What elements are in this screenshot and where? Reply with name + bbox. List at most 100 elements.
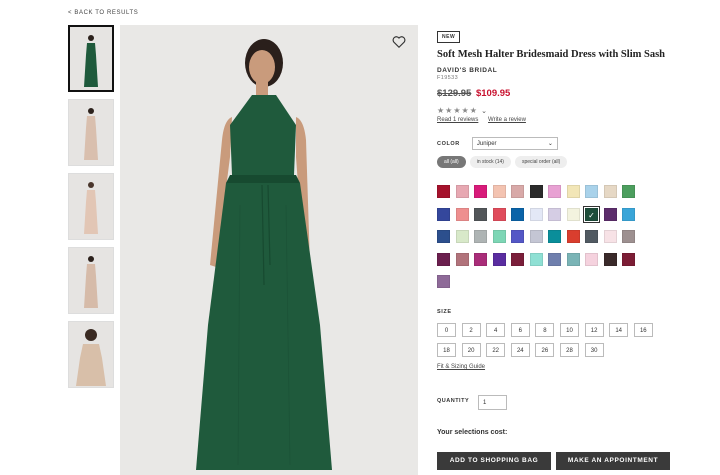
color-swatch[interactable] xyxy=(622,207,635,221)
rating-stars[interactable]: ★★★★★ ⌄ xyxy=(437,106,677,115)
color-select-value: Juniper xyxy=(476,140,497,147)
color-select[interactable]: Juniper ⌄ xyxy=(471,137,558,150)
filter-all[interactable]: all (all) xyxy=(437,156,466,168)
color-filter-pills: all (all) in stock (14) special order (a… xyxy=(437,156,677,168)
color-swatch[interactable] xyxy=(437,275,450,288)
read-reviews-link[interactable]: Read 1 reviews xyxy=(437,117,478,123)
thumbnail-2[interactable] xyxy=(68,99,114,166)
brand-name: DAVID'S BRIDAL xyxy=(437,67,498,74)
dress-model-illustration xyxy=(196,39,332,470)
color-row: COLOR Juniper ⌄ xyxy=(437,137,677,150)
write-review-link[interactable]: Write a review xyxy=(488,117,526,123)
color-swatch[interactable] xyxy=(492,207,506,221)
color-swatch[interactable] xyxy=(566,207,580,221)
color-swatch[interactable] xyxy=(603,230,617,243)
thumbnail-5[interactable] xyxy=(68,321,114,388)
size-option[interactable]: 22 xyxy=(486,343,506,357)
product-sku: F19533 xyxy=(437,75,459,81)
color-swatch[interactable] xyxy=(529,207,543,221)
color-swatch[interactable] xyxy=(603,252,617,266)
size-option[interactable]: 16 xyxy=(633,323,653,337)
color-swatch[interactable] xyxy=(511,207,524,221)
quantity-label: QUANTITY xyxy=(437,398,470,404)
filter-in-stock[interactable]: in stock (14) xyxy=(469,156,511,168)
thumbnail-1[interactable] xyxy=(68,25,114,92)
filter-special-order[interactable]: special order (all) xyxy=(514,156,568,168)
color-swatch[interactable] xyxy=(474,207,487,221)
back-to-results-link[interactable]: < BACK TO RESULTS xyxy=(68,10,138,16)
main-product-image xyxy=(120,25,418,475)
size-option[interactable]: 28 xyxy=(560,343,579,357)
color-swatch[interactable] xyxy=(455,185,469,198)
product-title: Soft Mesh Halter Bridesmaid Dress with S… xyxy=(437,49,665,60)
color-swatch[interactable] xyxy=(437,252,450,266)
thumbnail-3[interactable] xyxy=(68,173,114,240)
color-swatch[interactable] xyxy=(585,230,598,243)
heart-icon[interactable] xyxy=(392,35,406,49)
color-swatch[interactable] xyxy=(455,230,469,243)
color-swatch[interactable] xyxy=(603,207,617,221)
color-swatch[interactable] xyxy=(529,185,543,198)
color-swatch[interactable] xyxy=(492,185,506,198)
stars-icon: ★★★★★ xyxy=(437,106,478,115)
color-swatch[interactable] xyxy=(511,230,524,243)
original-price: $129.95 xyxy=(437,88,472,99)
color-swatch[interactable] xyxy=(437,207,450,221)
thumbnail-4[interactable] xyxy=(68,247,114,314)
color-swatch[interactable] xyxy=(548,207,561,221)
color-swatch[interactable] xyxy=(603,185,617,198)
color-swatch[interactable] xyxy=(437,230,450,243)
size-option[interactable]: 6 xyxy=(510,323,530,337)
size-option[interactable]: 10 xyxy=(560,323,579,337)
color-swatch[interactable] xyxy=(622,230,635,243)
size-option[interactable]: 30 xyxy=(584,343,604,357)
color-swatch[interactable] xyxy=(511,185,524,198)
price-block: $129.95 $109.95 xyxy=(437,88,677,99)
sale-price: $109.95 xyxy=(475,88,511,99)
checkmark-icon: ✓ xyxy=(588,210,595,220)
color-swatch[interactable] xyxy=(585,252,598,266)
color-swatch[interactable] xyxy=(511,252,524,266)
color-swatch[interactable] xyxy=(437,185,450,198)
color-swatch[interactable] xyxy=(492,230,506,243)
size-option[interactable]: 14 xyxy=(609,323,629,337)
color-swatch[interactable] xyxy=(566,252,580,266)
chevron-down-icon[interactable]: ⌄ xyxy=(481,108,488,115)
color-swatch[interactable] xyxy=(548,252,561,266)
size-option[interactable]: 0 xyxy=(437,323,456,337)
fit-sizing-guide-link[interactable]: Fit & Sizing Guide xyxy=(437,364,485,370)
color-swatch[interactable]: ✓ xyxy=(583,205,600,223)
size-option[interactable]: 24 xyxy=(510,343,530,357)
color-swatch[interactable] xyxy=(455,252,469,266)
quantity-input[interactable]: 1 xyxy=(478,395,507,410)
make-appointment-button[interactable]: MAKE AN APPOINTMENT xyxy=(556,452,670,470)
size-option[interactable]: 12 xyxy=(584,323,604,337)
size-option[interactable]: 20 xyxy=(461,343,481,357)
size-option[interactable]: 26 xyxy=(535,343,555,357)
color-swatch[interactable] xyxy=(622,185,635,198)
color-label: COLOR xyxy=(437,140,460,147)
size-label: SIZE xyxy=(437,309,452,315)
size-option[interactable]: 18 xyxy=(437,343,456,357)
color-swatch[interactable] xyxy=(566,185,580,198)
new-badge: NEW xyxy=(437,31,461,43)
color-swatch[interactable] xyxy=(474,252,487,266)
color-swatch[interactable] xyxy=(566,230,580,243)
color-swatch[interactable] xyxy=(585,185,598,198)
color-swatch[interactable] xyxy=(529,230,543,243)
color-swatch[interactable] xyxy=(548,185,561,198)
size-option[interactable]: 8 xyxy=(535,323,555,337)
color-swatch[interactable] xyxy=(622,252,635,266)
size-option[interactable]: 2 xyxy=(461,323,481,337)
color-swatch[interactable] xyxy=(455,207,469,221)
color-swatch[interactable] xyxy=(548,230,561,243)
size-option[interactable]: 4 xyxy=(486,323,506,337)
color-swatch[interactable] xyxy=(529,252,543,266)
chevron-down-icon: ⌄ xyxy=(547,141,553,147)
add-to-shopping-bag-button[interactable]: ADD TO SHOPPING BAG xyxy=(437,452,551,470)
product-info: NEW Soft Mesh Halter Bridesmaid Dress wi… xyxy=(437,25,677,168)
color-swatch[interactable] xyxy=(474,230,487,243)
review-links: Read 1 reviews Write a review xyxy=(437,117,677,123)
color-swatch[interactable] xyxy=(492,252,506,266)
color-swatch[interactable] xyxy=(474,185,487,198)
